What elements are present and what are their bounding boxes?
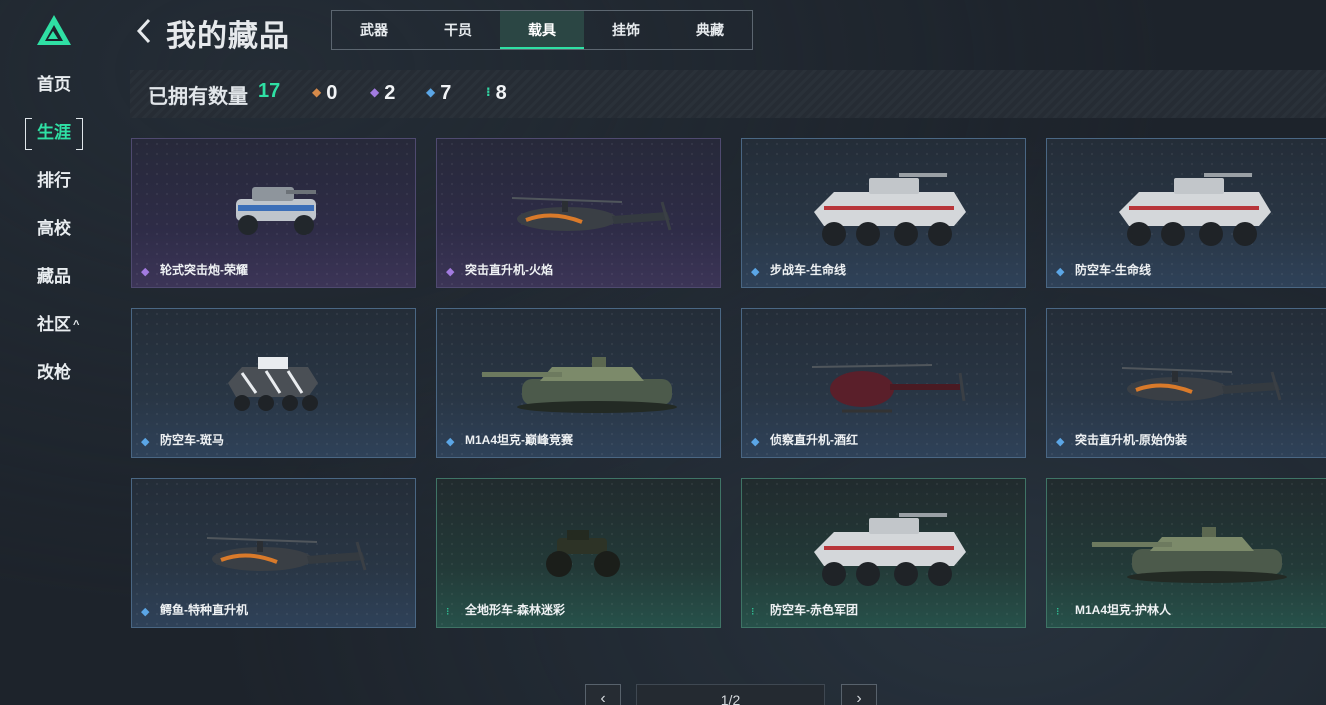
vehicle-image <box>811 364 966 413</box>
vehicle-name: 侦察直升机-酒红 <box>770 433 858 447</box>
blue-diamond-icon: ◆ <box>1056 266 1065 278</box>
purple-diamond-icon: ◆ <box>446 266 455 278</box>
vehicle-image <box>814 173 966 246</box>
blue-diamond-icon: ◆ <box>751 436 760 448</box>
page-title: 我的藏品 <box>166 20 290 53</box>
vehicle-image <box>236 187 316 235</box>
sidebar-item-college[interactable]: 高校 <box>25 214 83 244</box>
sidebar-item-label: 高校 <box>37 219 71 238</box>
green-diamond-icon: ⁝ <box>1056 606 1060 618</box>
ownership-stats-bar: 已拥有数量 17 ◆ 0 ◆ 2 ◆ 7 ⁝ 8 <box>130 70 1326 118</box>
owned-count-label: 已拥有数量 <box>148 86 248 108</box>
vehicle-card[interactable]: ◆ 轮式突击炮-荣耀 <box>131 138 416 288</box>
vehicle-card[interactable]: ◆ 突击直升机-火焰 <box>436 138 721 288</box>
rarity-count-orange: ◆ 0 <box>312 82 338 104</box>
vehicle-card[interactable]: ◆ 突击直升机-原始伪装 <box>1046 308 1326 458</box>
vehicle-name: 防空车-生命线 <box>1075 263 1151 277</box>
sidebar-item-collection[interactable]: 藏品 <box>25 262 83 292</box>
blue-diamond-icon: ◆ <box>446 436 455 448</box>
sidebar-item-ranking[interactable]: 排行 <box>25 166 83 196</box>
tab-vehicles[interactable]: 载具 <box>500 11 584 49</box>
sidebar-item-label: 社区 <box>37 315 71 334</box>
tab-weapons[interactable]: 武器 <box>332 11 416 49</box>
sidebar-item-community[interactable]: 社区 ^ <box>25 310 83 340</box>
sidebar-item-career[interactable]: 生涯 <box>25 118 83 150</box>
vehicle-image <box>1092 527 1287 583</box>
tab-operators[interactable]: 干员 <box>416 11 500 49</box>
vehicle-name: 鳄鱼-特种直升机 <box>160 603 248 617</box>
sidebar: 首页 生涯 排行 高校 藏品 社区 ^ 改枪 <box>0 0 110 705</box>
vehicle-card[interactable]: ⁝ M1A4坦克-护林人 <box>1046 478 1326 628</box>
vehicle-name: 步战车-生命线 <box>770 263 846 277</box>
rarity-count-green: ⁝ 8 <box>486 82 507 104</box>
purple-diamond-icon: ◆ <box>141 266 150 278</box>
blue-diamond-icon: ◆ <box>141 436 150 448</box>
vehicle-image <box>546 530 620 577</box>
sidebar-item-label: 生涯 <box>37 123 71 142</box>
tab-charms[interactable]: 挂饰 <box>584 11 668 49</box>
page-indicator: 1/2 <box>636 684 825 705</box>
vehicle-card[interactable]: ◆ 鳄鱼-特种直升机 <box>131 478 416 628</box>
sidebar-item-label: 排行 <box>37 171 71 190</box>
app-logo-icon[interactable] <box>36 14 72 46</box>
vehicle-name: 轮式突击炮-荣耀 <box>160 263 248 277</box>
blue-diamond-icon: ◆ <box>1056 436 1065 448</box>
blue-diamond-icon: ◆ <box>426 85 436 99</box>
vehicle-image <box>511 197 672 231</box>
vehicle-card[interactable]: ◆ 步战车-生命线 <box>741 138 1026 288</box>
back-arrow-icon[interactable] <box>134 16 154 46</box>
vehicle-name: 全地形车-森林迷彩 <box>465 603 565 617</box>
vehicle-name: 防空车-斑马 <box>160 433 224 447</box>
vehicle-image <box>228 357 318 411</box>
vehicle-card[interactable]: ⁝ 全地形车-森林迷彩 <box>436 478 721 628</box>
sidebar-item-home[interactable]: 首页 <box>25 70 83 100</box>
vehicle-name: M1A4坦克-护林人 <box>1075 603 1172 617</box>
prev-page-button[interactable]: ‹ <box>585 684 621 705</box>
vehicle-name: 突击直升机-火焰 <box>465 263 553 277</box>
rarity-count-blue: ◆ 7 <box>426 82 452 104</box>
rarity-count-purple: ◆ 2 <box>370 82 396 104</box>
tab-archives[interactable]: 典藏 <box>668 11 752 49</box>
sidebar-item-gunsmith[interactable]: 改枪 <box>25 358 83 388</box>
purple-diamond-icon: ◆ <box>370 85 380 99</box>
vehicle-image <box>1121 367 1282 401</box>
sidebar-item-label: 改枪 <box>37 363 71 382</box>
vehicle-image <box>206 537 367 571</box>
blue-diamond-icon: ◆ <box>141 606 150 618</box>
sidebar-item-label: 首页 <box>37 75 71 94</box>
sidebar-item-label: 藏品 <box>37 267 71 286</box>
owned-count-value: 17 <box>258 80 281 102</box>
vehicle-name: 突击直升机-原始伪装 <box>1075 433 1187 447</box>
vehicle-image <box>482 357 677 413</box>
vehicle-card[interactable]: ◆ 防空车-生命线 <box>1046 138 1326 288</box>
green-diamond-icon: ⁝ <box>751 606 755 618</box>
orange-diamond-icon: ◆ <box>312 85 322 99</box>
chevron-up-icon: ^ <box>73 319 80 331</box>
vehicle-image <box>814 513 966 586</box>
blue-diamond-icon: ◆ <box>751 266 760 278</box>
vehicle-image <box>1119 173 1271 246</box>
next-page-button[interactable]: › <box>841 684 877 705</box>
category-tabs: 武器 干员 载具 挂饰 典藏 <box>331 10 753 50</box>
vehicle-card[interactable]: ◆ 防空车-斑马 <box>131 308 416 458</box>
green-diamond-icon: ⁝ <box>486 85 491 99</box>
green-diamond-icon: ⁝ <box>446 606 450 618</box>
vehicle-name: M1A4坦克-巅峰竞赛 <box>465 433 574 447</box>
vehicle-name: 防空车-赤色军团 <box>770 603 858 617</box>
vehicle-card[interactable]: ⁝ 防空车-赤色军团 <box>741 478 1026 628</box>
vehicle-card[interactable]: ◆ M1A4坦克-巅峰竞赛 <box>436 308 721 458</box>
vehicle-card[interactable]: ◆ 侦察直升机-酒红 <box>741 308 1026 458</box>
